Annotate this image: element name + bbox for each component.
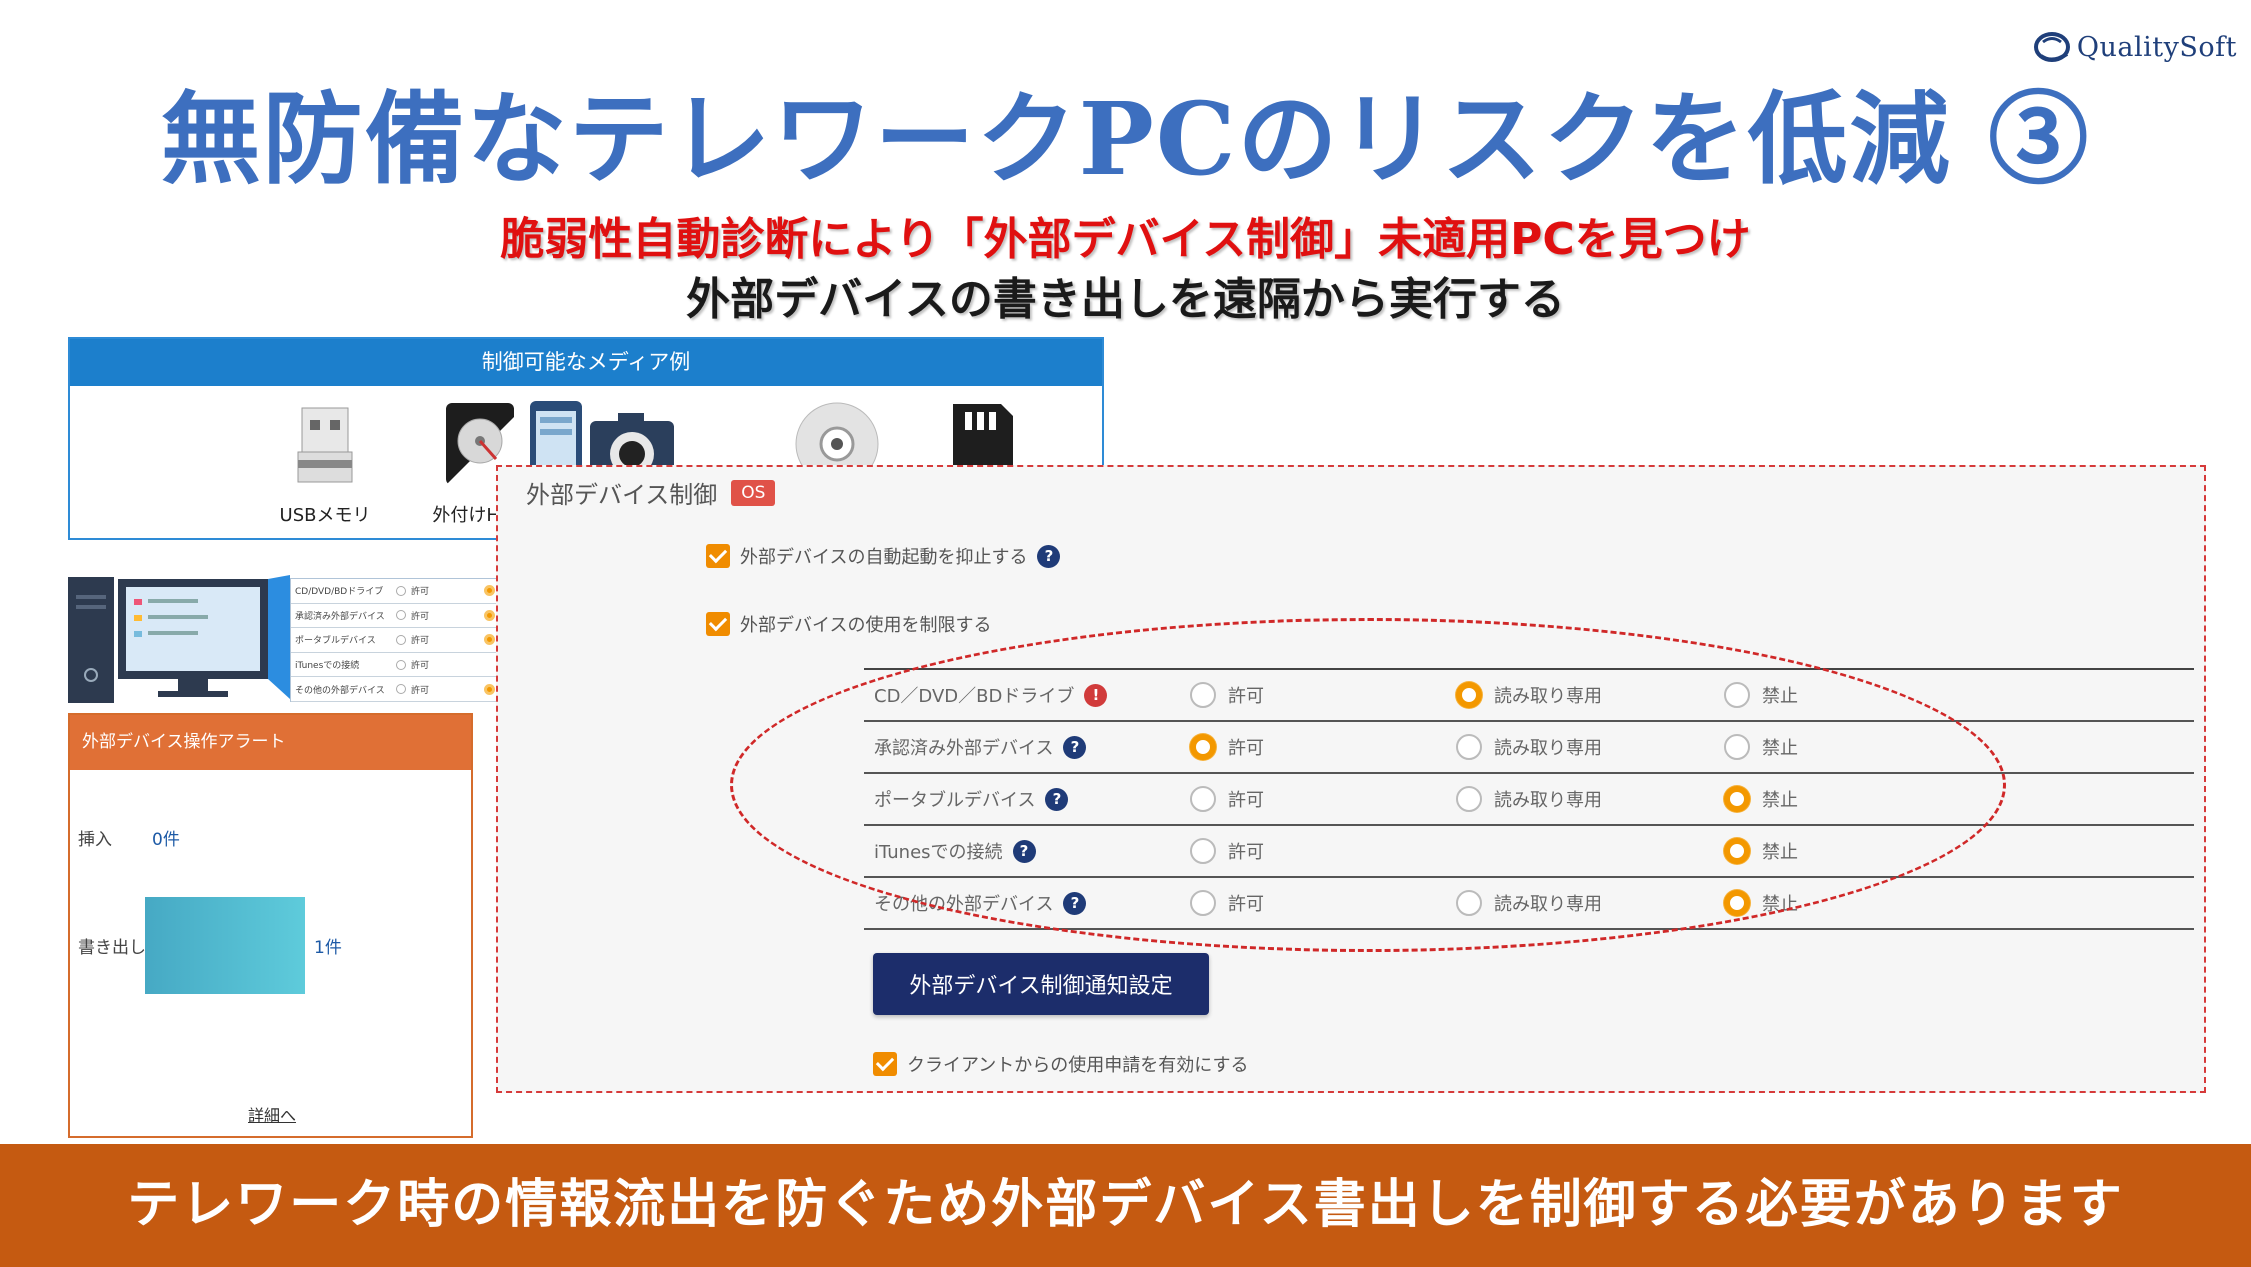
radio-unselected-icon [1456, 890, 1482, 916]
radio-unselected-icon [1190, 838, 1216, 864]
list-item: 承認済み外部デバイス 許可 [291, 604, 499, 629]
radio-unselected-icon [1190, 786, 1216, 812]
bottom-banner: テレワーク時の情報流出を防ぐため外部デバイス書出しを制御する必要があります [0, 1144, 2251, 1267]
warning-icon: ! [1084, 683, 1108, 707]
radio-selected-icon [1724, 838, 1750, 864]
radio-option-deny[interactable]: 禁止 [1724, 722, 1798, 772]
table-row: CD／DVD／BDドライブ! 許可 読み取り専用 禁止 [864, 670, 2194, 722]
radio-unselected-icon [1724, 682, 1750, 708]
settings-section-title: 外部デバイス制御 OS [526, 475, 776, 510]
device-alert-panel: 外部デバイス操作アラート 挿入 0件 書き出し 1件 詳細へ [68, 713, 473, 1138]
radio-unselected-icon [1724, 734, 1750, 760]
help-icon[interactable]: ? [1045, 787, 1069, 811]
media-panel-header: 制御可能なメディア例 [70, 339, 1102, 386]
radio-option-deny[interactable]: 禁止 [1724, 670, 1798, 720]
list-item: iTunesでの接続 許可 [291, 653, 499, 678]
table-row: 承認済み外部デバイス? 許可 読み取り専用 禁止 [864, 722, 2194, 774]
radio-selected-icon [1190, 734, 1216, 760]
device-name: iTunesでの接続? [874, 826, 1036, 876]
radio-option-allow[interactable]: 許可 [1190, 826, 1264, 876]
radio-option-readonly[interactable]: 読み取り専用 [1456, 722, 1602, 772]
radio-unselected-icon [1190, 682, 1216, 708]
write-label: 書き出し [78, 938, 146, 958]
media-item-label: USBメモリ [279, 505, 371, 526]
radio-option-deny[interactable]: 禁止 [1724, 878, 1798, 928]
radio-option-deny[interactable]: 禁止 [1724, 774, 1798, 824]
usb-memory-icon [297, 407, 353, 483]
checkbox-checked-icon [873, 1052, 897, 1076]
checkbox-checked-icon [706, 544, 730, 568]
page-subtitle: 脆弱性自動診断により「外部デバイス制御」未適用PCを見つけ 外部デバイスの書き出… [0, 210, 2251, 330]
details-link[interactable]: 詳細へ [248, 1102, 296, 1126]
help-icon[interactable]: ? [1012, 839, 1036, 863]
table-row: iTunesでの接続? 許可 禁止 [864, 826, 2194, 878]
external-device-settings: 外部デバイス制御 OS 外部デバイスの自動起動を抑止する ? 外部デバイスの使用… [496, 465, 2206, 1093]
device-permission-table: CD／DVD／BDドライブ! 許可 読み取り専用 禁止 承認済み外部デバイス? 許可 読み取… [864, 668, 2194, 930]
radio-option-allow[interactable]: 許可 [1190, 670, 1264, 720]
device-name: その他の外部デバイス? [874, 878, 1087, 928]
list-item: CD/DVD/BDドライブ 許可 [291, 579, 499, 604]
subtitle-line-1: 脆弱性自動診断により「外部デバイス制御」未適用PCを見つけ [500, 214, 1751, 265]
radio-option-allow[interactable]: 許可 [1190, 722, 1264, 772]
radio-option-readonly[interactable]: 読み取り専用 [1456, 670, 1602, 720]
radio-unselected-icon [1456, 786, 1482, 812]
radio-option-deny[interactable]: 禁止 [1724, 826, 1798, 876]
device-name: ポータブルデバイス? [874, 774, 1069, 824]
insert-label: 挿入 [78, 830, 112, 850]
client-request-checkbox[interactable]: クライアントからの使用申請を有効にする [873, 1051, 1248, 1077]
write-count-bar [145, 897, 305, 994]
device-list-thumbnail: CD/DVD/BDドライブ 許可 承認済み外部デバイス 許可 ポータブルデバイス 許可… [290, 578, 500, 702]
media-item-usb: USBメモリ [255, 399, 395, 527]
radio-option-readonly[interactable]: 読み取り専用 [1456, 878, 1602, 928]
os-badge: OS [731, 479, 776, 506]
write-count: 1件 [314, 938, 342, 958]
suppress-autorun-checkbox[interactable]: 外部デバイスの自動起動を抑止する ? [706, 543, 1061, 569]
alert-panel-header: 外部デバイス操作アラート [70, 715, 471, 770]
checkbox-checked-icon [706, 612, 730, 636]
table-row: その他の外部デバイス? 許可 読み取り専用 禁止 [864, 878, 2194, 930]
device-name: CD／DVD／BDドライブ! [874, 670, 1108, 720]
device-control-notify-settings-button[interactable]: 外部デバイス制御通知設定 [873, 953, 1209, 1015]
radio-option-readonly[interactable]: 読み取り専用 [1456, 774, 1602, 824]
radio-option-allow[interactable]: 許可 [1190, 878, 1264, 928]
radio-selected-icon [1724, 786, 1750, 812]
help-icon[interactable]: ? [1063, 735, 1087, 759]
help-icon[interactable]: ? [1063, 891, 1087, 915]
table-row: ポータブルデバイス? 許可 読み取り専用 禁止 [864, 774, 2194, 826]
device-name: 承認済み外部デバイス? [874, 722, 1087, 772]
radio-unselected-icon [1456, 734, 1482, 760]
restrict-usage-checkbox[interactable]: 外部デバイスの使用を制限する [706, 611, 991, 637]
insert-count: 0件 [152, 830, 180, 850]
list-item: その他の外部デバイス 許可 [291, 677, 499, 702]
help-icon[interactable]: ? [1037, 544, 1061, 568]
list-item: ポータブルデバイス 許可 [291, 628, 499, 653]
radio-option-allow[interactable]: 許可 [1190, 774, 1264, 824]
page-title: 無防備なテレワークPCのリスクを低減 ③ [160, 80, 2091, 198]
radio-unselected-icon [1190, 890, 1216, 916]
radio-selected-icon [1456, 682, 1482, 708]
subtitle-line-2: 外部デバイスの書き出しを遠隔から実行する [686, 274, 1565, 325]
radio-selected-icon [1724, 890, 1750, 916]
